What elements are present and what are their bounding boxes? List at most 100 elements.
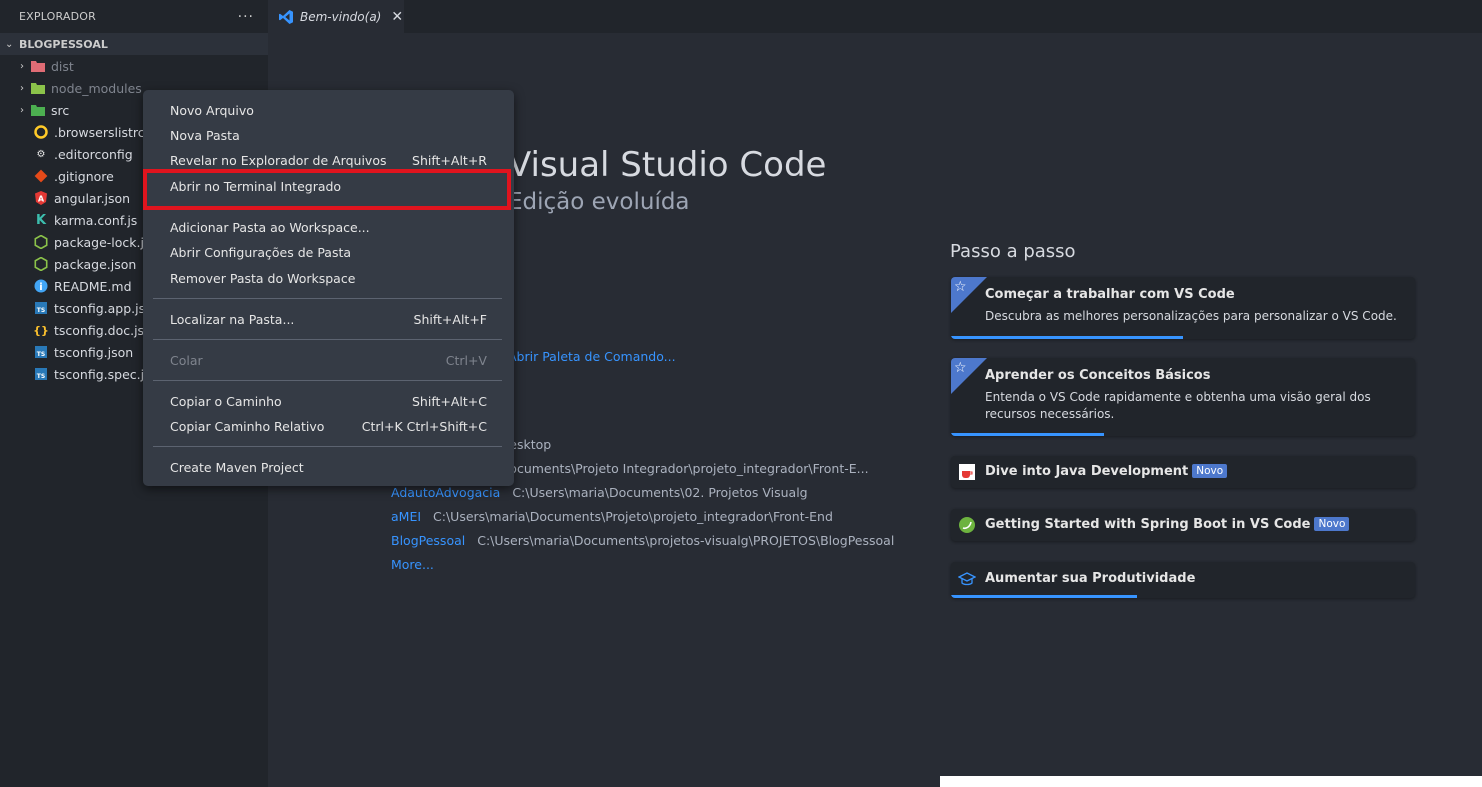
menu-label: Localizar na Pasta... xyxy=(170,311,295,327)
menu-label: Abrir Configurações de Pasta xyxy=(170,244,352,260)
angular-icon: A xyxy=(33,190,49,206)
walkthrough-card[interactable]: Dive into Java Development Novo xyxy=(951,456,1415,488)
recent-name[interactable]: AdautoAdvogacia xyxy=(391,485,500,500)
menu-shortcut: Ctrl+V xyxy=(445,352,487,368)
menu-label: Create Maven Project xyxy=(170,459,304,475)
java-icon xyxy=(958,463,976,481)
nodejs-icon xyxy=(33,256,49,272)
svg-text:TS: TS xyxy=(37,307,45,314)
command-palette-link[interactable]: Abrir Paleta de Comando... xyxy=(508,349,676,364)
git-icon xyxy=(33,168,49,184)
walkthroughs-title: Passo a passo xyxy=(950,241,1076,262)
menu-separator xyxy=(153,446,502,447)
recent-name[interactable]: BlogPessoal xyxy=(391,533,465,548)
svg-text:A: A xyxy=(38,195,45,204)
menu-label: Copiar Caminho Relativo xyxy=(170,418,325,434)
menu-item-add-folder-workspace[interactable]: Adicionar Pasta ao Workspace... xyxy=(143,215,514,239)
walkthrough-progress xyxy=(951,433,1105,436)
welcome-subtitle: Edição evoluída xyxy=(508,189,690,215)
menu-item-find-in-folder[interactable]: Localizar na Pasta... Shift+Alt+F xyxy=(143,307,514,331)
menu-item-create-maven-project[interactable]: Create Maven Project xyxy=(143,455,514,479)
walkthrough-title: Getting Started with Spring Boot in VS C… xyxy=(985,517,1350,532)
explorer-title: EXPLORADOR xyxy=(19,10,97,23)
tree-label: .editorconfig xyxy=(54,146,133,162)
project-root[interactable]: ⌄ BLOGPESSOAL xyxy=(0,33,268,55)
json-icon: {} xyxy=(33,323,49,337)
svg-text:TS: TS xyxy=(37,373,45,380)
more-recent-link[interactable]: More... xyxy=(391,557,434,572)
recent-item[interactable]: AdautoAdvogacia C:\Users\maria\Documents\… xyxy=(391,485,808,500)
menu-item-paste[interactable]: Colar Ctrl+V xyxy=(143,348,514,372)
folder-dist-icon xyxy=(30,58,46,74)
menu-label: Adicionar Pasta ao Workspace... xyxy=(170,219,370,235)
menu-label: Colar xyxy=(170,352,203,368)
tree-label: package.json xyxy=(54,256,137,272)
menu-separator xyxy=(153,339,502,340)
menu-item-folder-settings[interactable]: Abrir Configurações de Pasta xyxy=(143,240,514,264)
recent-name[interactable]: aMEI xyxy=(391,509,421,524)
recent-path: C:\Users\maria\Documents\projetos-visual… xyxy=(477,533,895,548)
context-menu: Novo Arquivo Nova Pasta Revelar no Explo… xyxy=(143,90,514,486)
walkthrough-desc: Entenda o VS Code rapidamente e obtenha … xyxy=(985,390,1371,421)
browserslist-icon xyxy=(33,124,49,140)
karma-icon: K xyxy=(35,212,47,228)
menu-label: Remover Pasta do Workspace xyxy=(170,270,356,286)
tree-folder-dist[interactable]: › dist xyxy=(0,55,268,77)
close-icon[interactable]: ✕ xyxy=(391,9,403,25)
walkthrough-title: Aprender os Conceitos Básicos xyxy=(985,368,1211,383)
tab-bar: Bem-vindo(a) ✕ xyxy=(268,0,1482,33)
welcome-title: Visual Studio Code xyxy=(508,145,827,185)
menu-shortcut: Ctrl+K Ctrl+Shift+C xyxy=(361,418,487,434)
menu-item-copy-relative-path[interactable]: Copiar Caminho Relativo Ctrl+K Ctrl+Shift… xyxy=(143,414,514,438)
chevron-right-icon: › xyxy=(20,60,24,72)
recent-path: C:\Users\maria\Documents\02. Projetos Vi… xyxy=(512,485,808,500)
menu-label: Revelar no Explorador de Arquivos xyxy=(170,152,387,168)
nodejs-icon xyxy=(33,234,49,250)
tsconfig-icon: TS xyxy=(33,300,49,316)
walkthrough-card[interactable]: Getting Started with Spring Boot in VS C… xyxy=(951,509,1415,541)
more-actions-icon[interactable]: ··· xyxy=(238,9,254,25)
menu-label: Novo Arquivo xyxy=(170,102,254,118)
chevron-right-icon: › xyxy=(20,82,24,94)
star-icon: ☆ xyxy=(954,279,967,295)
recent-item[interactable]: aMEI C:\Users\maria\Documents\Projeto\pro… xyxy=(391,509,833,524)
menu-item-remove-folder-workspace[interactable]: Remover Pasta do Workspace xyxy=(143,266,514,290)
menu-item-new-file[interactable]: Novo Arquivo xyxy=(143,98,514,122)
vscode-icon xyxy=(279,9,293,24)
menu-shortcut: Shift+Alt+C xyxy=(411,393,487,409)
menu-item-copy-path[interactable]: Copiar o Caminho Shift+Alt+C xyxy=(143,389,514,413)
menu-label: Copiar o Caminho xyxy=(170,393,282,409)
mortarboard-icon xyxy=(958,570,976,588)
svg-text:TS: TS xyxy=(37,351,45,358)
walkthrough-card[interactable]: ☆ Começar a trabalhar com VS Code Descub… xyxy=(951,277,1415,339)
tree-label: README.md xyxy=(54,278,132,294)
folder-src-icon xyxy=(30,102,46,118)
tree-label: src xyxy=(51,102,70,118)
recent-item[interactable]: BlogPessoal C:\Users\maria\Documents\proj… xyxy=(391,533,894,548)
tsconfig-icon: TS xyxy=(33,366,49,382)
walkthrough-card[interactable]: Aumentar sua Produtividade xyxy=(951,562,1415,598)
recent-path: C:\Users\maria\Documents\Projeto\projeto… xyxy=(433,509,833,524)
walkthrough-progress xyxy=(951,595,1137,598)
tree-label: angular.json xyxy=(54,190,131,206)
project-name: BLOGPESSOAL xyxy=(19,37,108,51)
tab-label: Bem-vindo(a) xyxy=(300,9,382,24)
tree-label: node_modules xyxy=(51,80,142,96)
walkthrough-card[interactable]: ☆ Aprender os Conceitos Básicos Entenda … xyxy=(951,358,1415,436)
walkthrough-title: Começar a trabalhar com VS Code xyxy=(985,287,1235,302)
explorer-header: EXPLORADOR ··· xyxy=(0,0,268,33)
menu-item-new-folder[interactable]: Nova Pasta xyxy=(143,123,514,147)
star-icon: ☆ xyxy=(954,360,967,376)
tab-welcome[interactable]: Bem-vindo(a) ✕ xyxy=(268,0,404,33)
menu-separator xyxy=(153,380,502,381)
menu-shortcut: Shift+Alt+F xyxy=(413,311,487,327)
walkthrough-title-text: Dive into Java Development xyxy=(985,464,1189,479)
tsconfig-icon: TS xyxy=(33,344,49,360)
walkthrough-desc: Descubra as melhores personalizações par… xyxy=(985,309,1397,323)
walkthrough-title-text: Getting Started with Spring Boot in VS C… xyxy=(985,517,1311,532)
menu-shortcut: Shift+Alt+R xyxy=(412,152,487,168)
tree-label: karma.conf.js xyxy=(54,212,138,228)
new-badge: Novo xyxy=(1192,464,1228,478)
chevron-down-icon: ⌄ xyxy=(5,38,14,50)
info-icon: i xyxy=(33,278,49,294)
